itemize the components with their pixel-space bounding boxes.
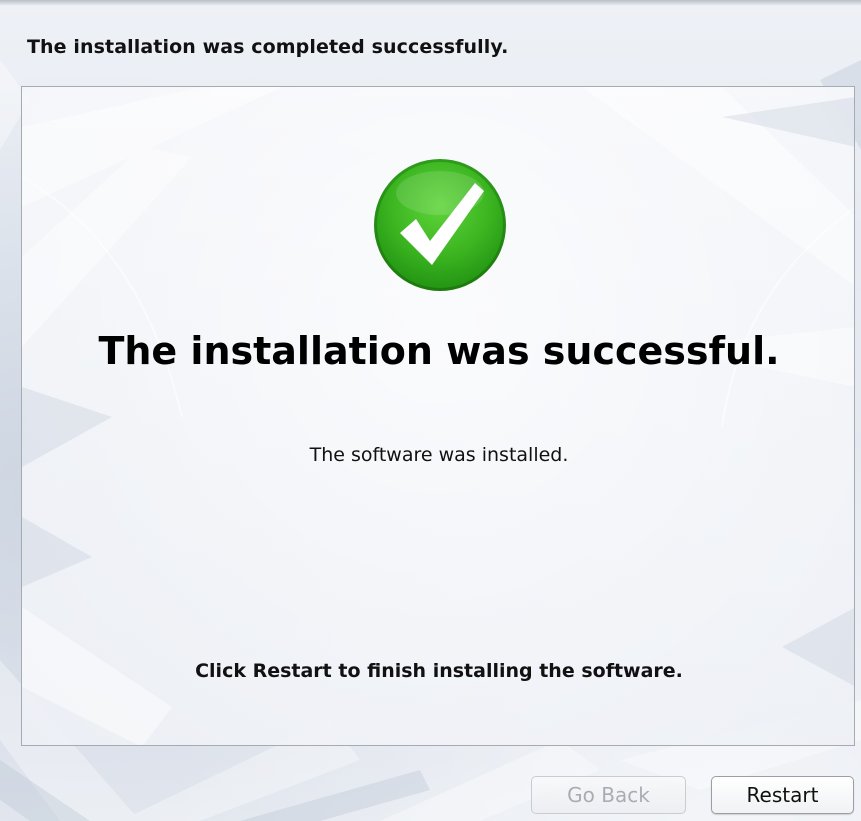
title-bar-edge: [0, 0, 861, 6]
page-heading: The installation was completed successfu…: [27, 36, 509, 58]
green-checkmark-icon: [374, 159, 506, 291]
success-subtitle: The software was installed.: [309, 444, 569, 466]
restart-button[interactable]: Restart: [711, 776, 854, 814]
success-title: The installation was successful.: [98, 329, 780, 373]
installer-window: The installation was completed successfu…: [0, 0, 861, 821]
go-back-button[interactable]: Go Back: [531, 776, 686, 814]
restart-instruction: Click Restart to finish installing the s…: [195, 660, 683, 682]
content-panel: The installation was successful. The sof…: [21, 86, 855, 746]
